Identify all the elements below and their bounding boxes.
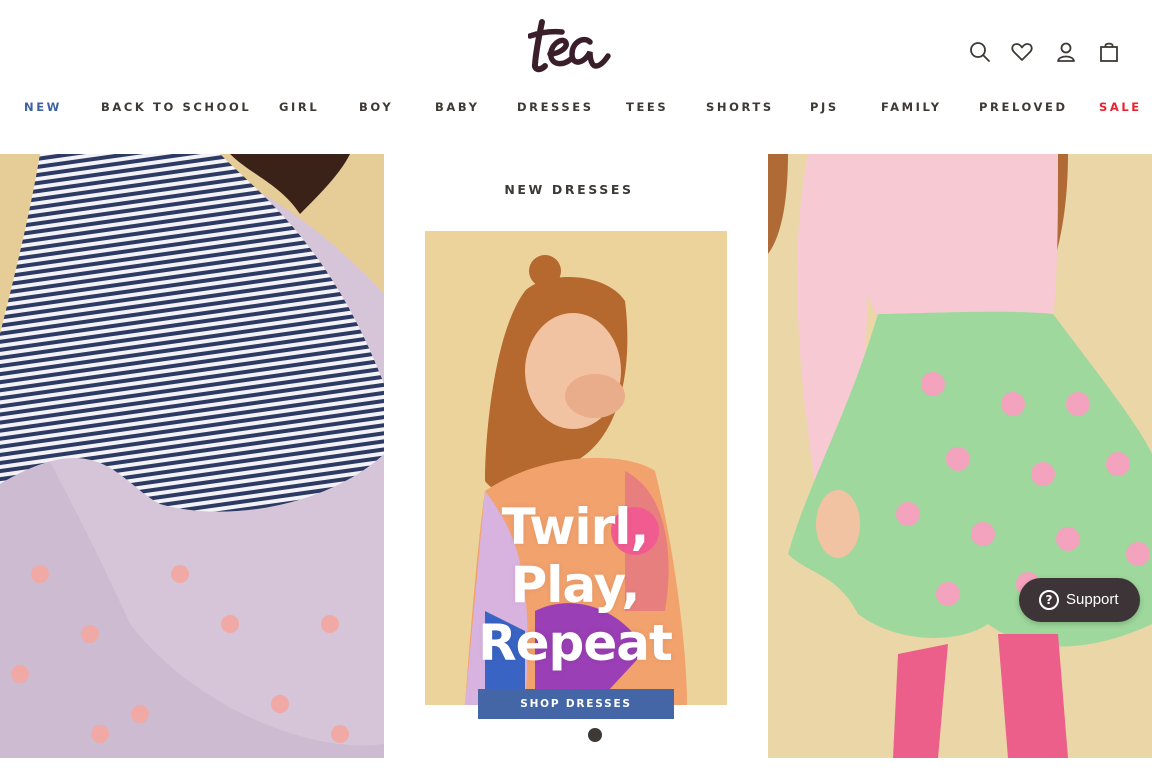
left-product-image[interactable] — [0, 154, 384, 758]
support-label: Support — [1066, 591, 1119, 608]
nav-boy[interactable]: BOY — [359, 100, 393, 114]
nav-pjs[interactable]: PJS — [810, 100, 839, 114]
nav-dresses[interactable]: DRESSES — [517, 100, 594, 114]
tea-logo-mark — [528, 19, 611, 73]
support-button[interactable]: ? Support — [1019, 578, 1140, 622]
shop-dresses-button[interactable]: SHOP DRESSES — [478, 689, 674, 719]
main-nav: NEW BACK TO SCHOOL GIRL BOY BABY DRESSES… — [0, 100, 1152, 120]
section-title: NEW DRESSES — [504, 182, 634, 197]
hero-headline: Twirl, Play, Repeat — [455, 498, 695, 672]
nav-shorts[interactable]: SHORTS — [706, 100, 774, 114]
nav-girl[interactable]: GIRL — [279, 100, 319, 114]
nav-tees[interactable]: TEES — [626, 100, 668, 114]
headline-line-2: Play, — [510, 556, 641, 614]
account-icon[interactable] — [1054, 40, 1078, 64]
nav-new[interactable]: NEW — [24, 100, 62, 114]
question-circle-icon: ? — [1039, 590, 1059, 610]
nav-back-to-school[interactable]: BACK TO SCHOOL — [101, 100, 251, 114]
nav-baby[interactable]: BABY — [435, 100, 480, 114]
pink-top-green-floral-skirt-image — [768, 154, 1152, 758]
nav-preloved[interactable]: PRELOVED — [979, 100, 1068, 114]
nav-sale[interactable]: SALE — [1099, 100, 1142, 114]
carousel-dot[interactable] — [588, 728, 602, 742]
headline-line-3: Repeat — [478, 614, 673, 672]
headline-line-1: Twirl, — [501, 498, 650, 556]
right-product-image[interactable] — [768, 154, 1152, 758]
heart-icon[interactable] — [1010, 40, 1034, 64]
striped-top-lavender-skirt-image — [0, 154, 384, 758]
search-icon[interactable] — [968, 40, 992, 64]
bag-icon[interactable] — [1097, 40, 1121, 64]
header-actions — [966, 40, 1126, 66]
tea-logo[interactable] — [528, 18, 624, 74]
nav-family[interactable]: FAMILY — [881, 100, 942, 114]
